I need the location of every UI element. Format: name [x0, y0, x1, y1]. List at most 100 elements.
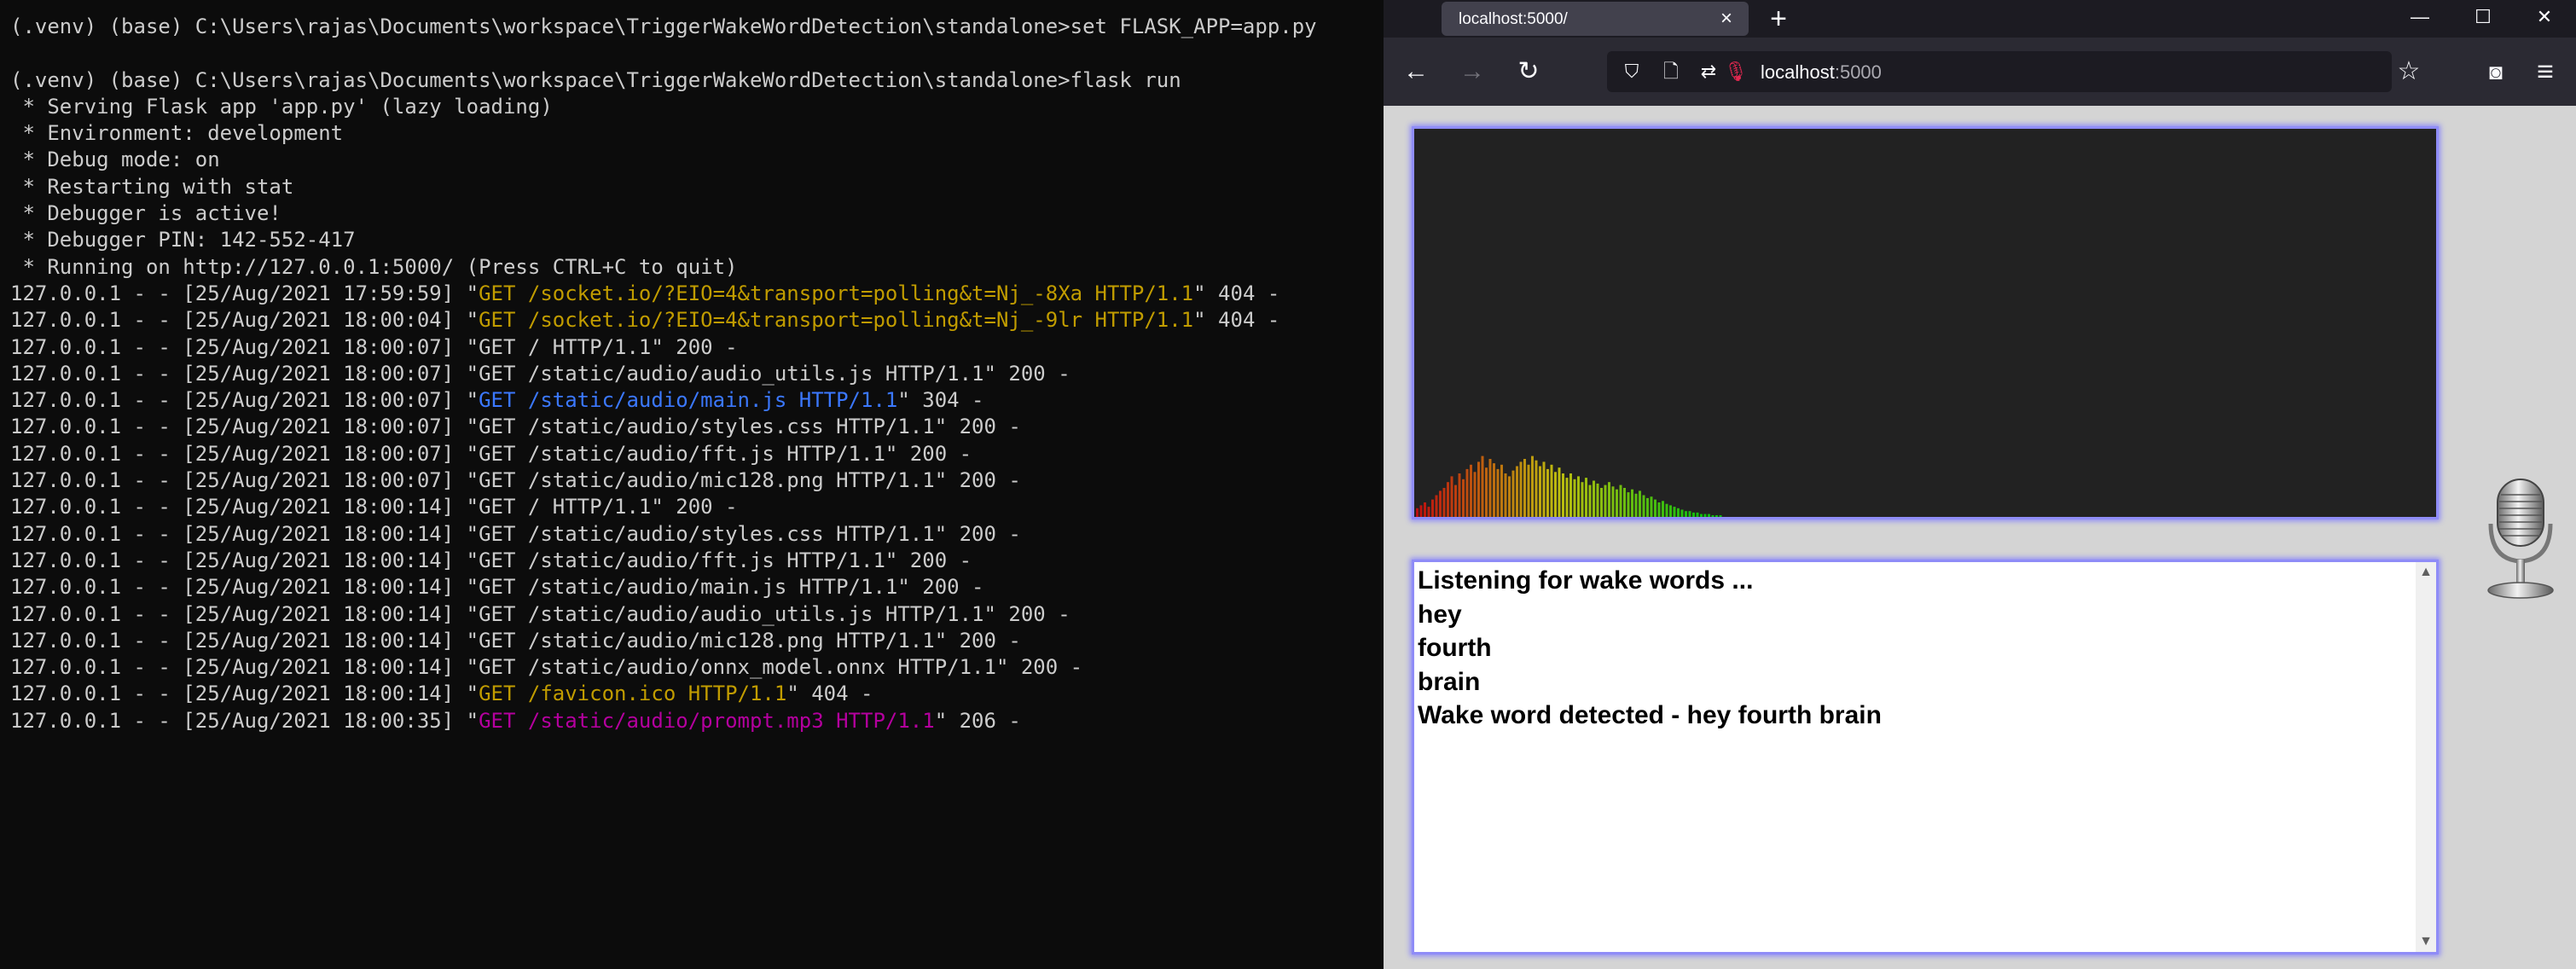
spectrum-bar [1708, 514, 1710, 517]
wake-word-log[interactable]: Listening for wake words ... hey fourth bra… [1412, 560, 2439, 954]
menu-icon[interactable]: ≡ [2527, 53, 2564, 90]
request-log-line: 127.0.0.1 - - [25/Aug/2021 18:00:14] "GE… [10, 494, 1317, 520]
request-status: " 404 - [1193, 308, 1280, 333]
request-log-line: 127.0.0.1 - - [25/Aug/2021 18:00:14] "GE… [10, 654, 1317, 681]
request-log-line: 127.0.0.1 - - [25/Aug/2021 18:00:35] "GE… [10, 708, 1317, 734]
spectrum-graph [1416, 455, 1722, 517]
log-line: Listening for wake words ... [1418, 566, 1754, 595]
log-scrollbar[interactable]: ▲ ▼ [2416, 562, 2436, 952]
request-status: " 404 - [786, 682, 873, 706]
reload-icon[interactable]: ↻ [1510, 53, 1547, 90]
spectrum-bar [1673, 507, 1676, 517]
terminal-line: * Debugger is active! [10, 201, 281, 226]
request-prefix: 127.0.0.1 - - [25/Aug/2021 18:00:14] " [10, 521, 479, 546]
request-prefix: 127.0.0.1 - - [25/Aug/2021 18:00:14] " [10, 682, 479, 706]
spectrum-bar [1465, 468, 1469, 517]
terminal-window[interactable]: (.venv) (base) C:\Users\rajas\Documents\… [0, 0, 1382, 969]
bookmark-star-icon[interactable]: ☆ [2390, 53, 2428, 90]
request-prefix: 127.0.0.1 - - [25/Aug/2021 18:00:07] " [10, 468, 479, 493]
back-icon[interactable]: ← [1397, 53, 1435, 90]
request-log-line: 127.0.0.1 - - [25/Aug/2021 18:00:07] "GE… [10, 414, 1317, 440]
microphone-icon[interactable] [2482, 474, 2559, 602]
spectrum-bar [1608, 482, 1610, 517]
url-text[interactable]: localhost:5000 [1761, 61, 1882, 84]
browser-window: localhost:5000/ × + — ☐ ✕ ← → ↻ ⛉ 🗋 ⇄ 🎙 … [1384, 0, 2576, 969]
request-prefix: 127.0.0.1 - - [25/Aug/2021 18:00:14] " [10, 628, 479, 653]
minimize-icon[interactable]: — [2388, 0, 2451, 34]
maximize-icon[interactable]: ☐ [2451, 0, 2515, 34]
request-prefix: 127.0.0.1 - - [25/Aug/2021 18:00:07] " [10, 334, 479, 359]
tab-close-icon[interactable]: × [1714, 7, 1738, 31]
spectrum-bar [1715, 515, 1718, 517]
scroll-down-icon[interactable]: ▼ [2416, 931, 2436, 952]
spectrum-bar [1588, 484, 1592, 517]
request-prefix: 127.0.0.1 - - [25/Aug/2021 17:59:59] " [10, 281, 479, 305]
terminal-line: * Restarting with stat [10, 174, 294, 199]
request-status: " 200 - [983, 361, 1070, 386]
log-line: Wake word detected - hey fourth brain [1418, 701, 1882, 729]
spectrum-bar [1646, 497, 1649, 517]
request-path: GET /socket.io/?EIO=4&transport=polling&… [479, 281, 1194, 305]
request-prefix: 127.0.0.1 - - [25/Aug/2021 18:00:14] " [10, 575, 479, 600]
terminal-line: * Debugger PIN: 142-552-417 [10, 228, 356, 252]
spectrum-bar [1669, 505, 1672, 517]
request-log-line: 127.0.0.1 - - [25/Aug/2021 18:00:14] "GE… [10, 548, 1317, 574]
request-status: " 404 - [1193, 281, 1280, 305]
spectrum-bar [1481, 455, 1484, 517]
request-path: GET /static/audio/main.js HTTP/1.1 [479, 388, 898, 413]
spectrum-bar [1627, 492, 1630, 517]
request-status: " 200 - [885, 548, 972, 572]
request-path: GET /static/audio/fft.js HTTP/1.1 [479, 441, 885, 466]
request-log-line: 127.0.0.1 - - [25/Aug/2021 18:00:07] "GE… [10, 361, 1317, 387]
request-log-line: 127.0.0.1 - - [25/Aug/2021 18:00:14] "GE… [10, 681, 1317, 707]
log-line: fourth [1418, 634, 1492, 662]
request-path: GET /static/audio/fft.js HTTP/1.1 [479, 548, 885, 572]
spectrum-bar [1516, 466, 1518, 517]
request-status: " 200 - [934, 415, 1021, 439]
spectrum-bar [1685, 511, 1687, 517]
request-status: " 200 - [885, 441, 972, 466]
request-log-line: 127.0.0.1 - - [25/Aug/2021 18:00:07] "GE… [10, 387, 1317, 414]
address-bar[interactable]: ⛉ 🗋 ⇄ 🎙 localhost:5000 [1607, 51, 2392, 92]
request-log-line: 127.0.0.1 - - [25/Aug/2021 18:00:14] "GE… [10, 521, 1317, 548]
spectrum-bar [1654, 499, 1656, 517]
spectrum-bar [1473, 472, 1477, 517]
request-status: " 206 - [934, 708, 1021, 733]
request-log-line: 127.0.0.1 - - [25/Aug/2021 18:00:14] "GE… [10, 628, 1317, 654]
forward-icon[interactable]: → [1453, 53, 1491, 90]
request-path: GET /static/audio/styles.css HTTP/1.1 [479, 415, 935, 439]
request-path: GET /static/audio/audio_utils.js HTTP/1.… [479, 361, 984, 386]
permissions-icon[interactable]: ⇄ [1696, 59, 1721, 84]
spectrum-bar [1616, 489, 1618, 517]
terminal-line: (.venv) (base) C:\Users\rajas\Documents\… [10, 67, 1181, 92]
page-icon[interactable]: 🗋 [1658, 59, 1684, 84]
spectrum-bar [1542, 461, 1546, 517]
shield-icon[interactable]: ⛉ [1619, 59, 1645, 84]
request-prefix: 127.0.0.1 - - [25/Aug/2021 18:00:07] " [10, 388, 479, 413]
spectrum-bar [1511, 470, 1515, 517]
log-line: brain [1418, 667, 1481, 696]
scroll-up-icon[interactable]: ▲ [2416, 562, 2436, 583]
spectrum-bar [1435, 495, 1438, 517]
spectrum-bar [1496, 468, 1500, 517]
spectrum-bar [1565, 478, 1569, 517]
microphone-icon[interactable]: 🎙 [1723, 59, 1749, 84]
close-window-icon[interactable]: ✕ [2513, 0, 2576, 34]
spectrum-bar [1531, 455, 1534, 517]
request-path: GET /static/audio/prompt.mp3 HTTP/1.1 [479, 708, 935, 733]
request-log-line: 127.0.0.1 - - [25/Aug/2021 18:00:04] "GE… [10, 307, 1317, 334]
tab-localhost[interactable]: localhost:5000/ × [1442, 2, 1749, 36]
request-path: GET /favicon.ico HTTP/1.1 [479, 682, 787, 706]
request-log-line: 127.0.0.1 - - [25/Aug/2021 18:00:14] "GE… [10, 574, 1317, 601]
spectrum-bar [1703, 514, 1707, 517]
new-tab-icon[interactable]: + [1764, 4, 1793, 33]
spectrum-bar [1431, 499, 1434, 517]
request-status: " 200 - [651, 334, 738, 359]
request-status: " 200 - [934, 468, 1021, 493]
request-path: GET / HTTP/1.1 [479, 334, 652, 359]
spectrum-bar [1488, 459, 1492, 517]
pocket-icon[interactable]: ◙ [2477, 53, 2515, 90]
spectrum-bar [1642, 495, 1645, 517]
request-status: " 200 - [934, 628, 1021, 653]
request-status: " 304 - [897, 388, 984, 413]
